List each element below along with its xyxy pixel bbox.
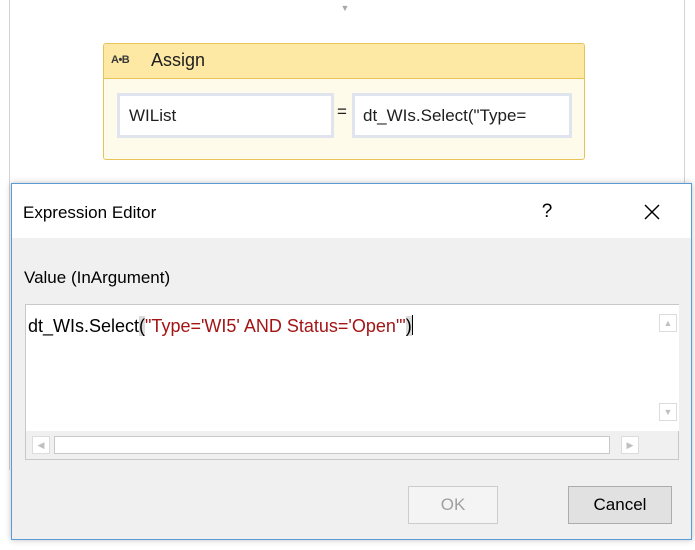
scroll-left-icon[interactable]: ◀: [32, 436, 50, 454]
assign-title: Assign: [151, 50, 206, 70]
close-button[interactable]: [622, 194, 682, 230]
horizontal-scroll-thumb[interactable]: [54, 436, 610, 454]
value-label: Value (InArgument): [24, 268, 171, 287]
designer-left-border: [9, 0, 10, 470]
dialog-titlebar[interactable]: Expression Editor ?: [12, 184, 691, 238]
cancel-button[interactable]: Cancel: [568, 486, 672, 524]
assign-activity[interactable]: A•B Assign WIList = dt_WIs.Select("Type=: [103, 43, 585, 160]
workflow-designer: ▼ A•B Assign WIList = dt_WIs.Select("Typ…: [0, 0, 695, 550]
expression-editor-dialog: Expression Editor ? Value (InArgument) d…: [11, 183, 692, 540]
dialog-title: Expression Editor: [23, 203, 157, 222]
text-caret: [411, 315, 413, 335]
assign-equals-sign: =: [337, 102, 347, 121]
assign-value-field[interactable]: dt_WIs.Select("Type=: [352, 93, 572, 138]
string-literal: "Type='WI5' AND Status='Open'": [145, 316, 406, 336]
close-icon: [644, 204, 660, 220]
assign-to-field[interactable]: WIList: [117, 93, 334, 138]
scroll-right-icon[interactable]: ▶: [621, 436, 639, 454]
ok-button[interactable]: OK: [408, 486, 498, 524]
expression-text[interactable]: dt_WIs.Select("Type='WI5' AND Status='Op…: [28, 315, 413, 337]
assign-header[interactable]: A•B Assign: [104, 44, 584, 79]
expression-editor-textbox[interactable]: dt_WIs.Select("Type='WI5' AND Status='Op…: [25, 304, 679, 460]
help-button[interactable]: ?: [517, 194, 577, 230]
scroll-down-icon[interactable]: ▼: [659, 403, 677, 421]
scrollbar-corner: [657, 431, 678, 459]
horizontal-scrollbar[interactable]: ◀ ▶: [26, 431, 657, 459]
expression-prefix: dt_WIs.Select: [28, 316, 140, 336]
assign-icon: A•B: [111, 54, 130, 66]
vertical-scrollbar[interactable]: ▲ ▼: [657, 305, 679, 431]
scroll-up-icon[interactable]: ▲: [659, 314, 677, 332]
chevron-down-icon: ▼: [340, 3, 350, 13]
